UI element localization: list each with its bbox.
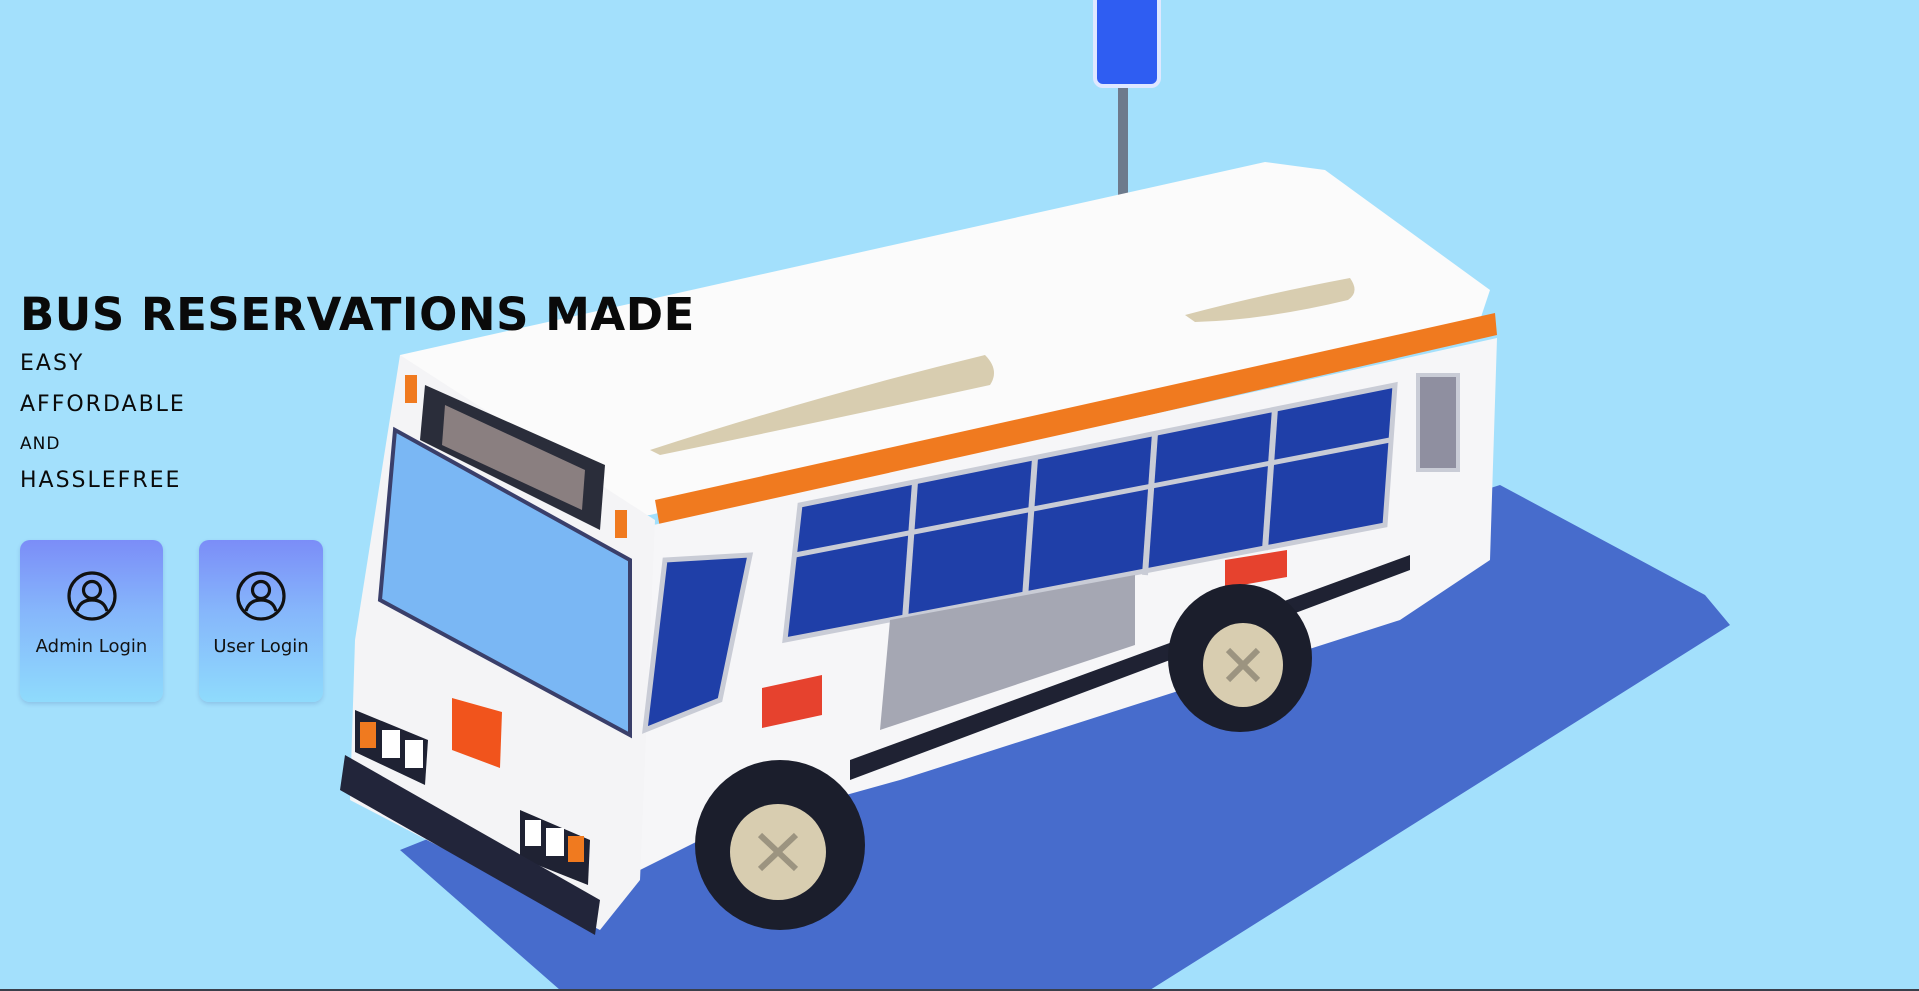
headline: BUS RESERVATIONS MADE — [20, 288, 695, 341]
user-circle-icon — [236, 571, 286, 621]
bus-wheel-rear — [1168, 584, 1312, 732]
tagline-hasslefree: HASSLEFREE — [20, 468, 182, 493]
bus-wheel-front — [695, 760, 865, 930]
admin-login-button[interactable]: Admin Login — [20, 540, 163, 702]
hero-text: BUS RESERVATIONS MADE EASY AFFORDABLE AN… — [20, 288, 695, 495]
user-login-button[interactable]: User Login — [199, 540, 323, 702]
tagline-affordable: AFFORDABLE — [20, 392, 186, 417]
user-login-label: User Login — [213, 636, 309, 657]
bus-stop-sign — [1093, 0, 1161, 88]
user-circle-icon — [66, 571, 117, 621]
tagline-and: AND — [20, 434, 61, 454]
admin-login-label: Admin Login — [35, 636, 148, 657]
tagline-easy: EASY — [20, 351, 85, 376]
landing-page: BUS RESERVATIONS MADE EASY AFFORDABLE AN… — [0, 0, 1919, 991]
bus-illustration — [340, 0, 1730, 990]
bus-rear-window — [1416, 373, 1460, 472]
bus-stop-pole — [1118, 70, 1128, 200]
